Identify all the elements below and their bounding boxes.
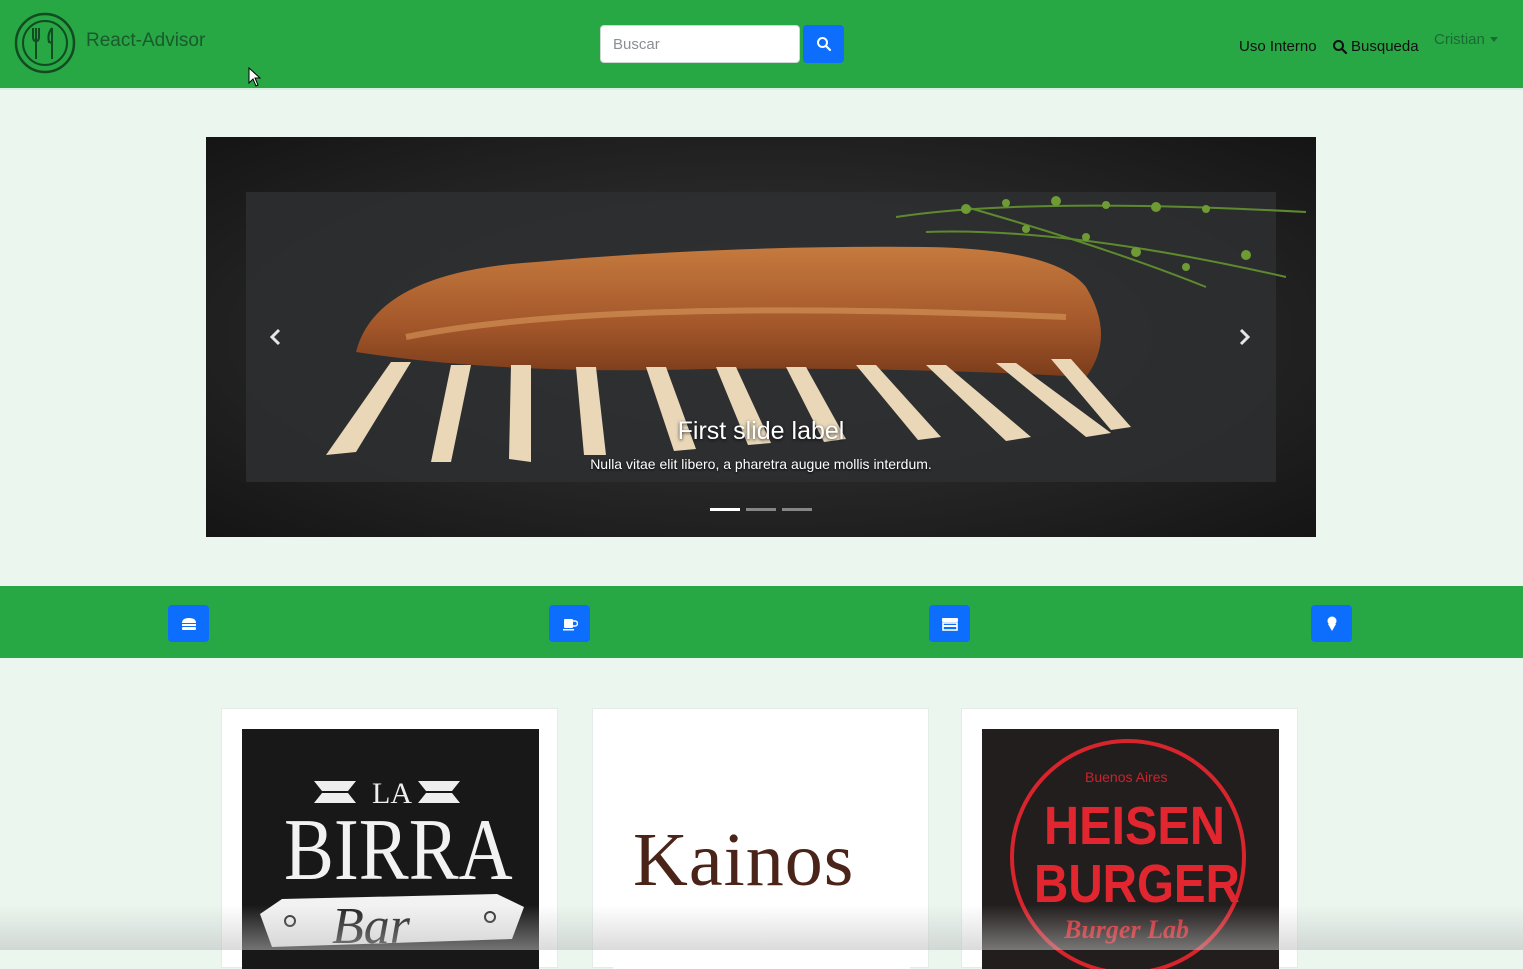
- nav-busqueda-label: Busqueda: [1351, 38, 1419, 55]
- heisen-main-text: HEISEN: [1044, 796, 1225, 856]
- slide-text: Nulla vitae elit libero, a pharetra augu…: [590, 456, 932, 472]
- restaurant-card-heisen-burger[interactable]: Buenos Aires HEISEN BURGER Burger Lab: [961, 708, 1298, 969]
- search-icon: [1333, 39, 1348, 54]
- chevron-left-icon: [269, 328, 281, 346]
- burger-icon: [181, 617, 196, 630]
- mouse-cursor-icon: [248, 67, 262, 87]
- restaurant-card-kainos[interactable]: Kainos: [592, 708, 929, 969]
- user-name: Cristian: [1434, 31, 1485, 48]
- restaurant-card-la-birra[interactable]: LA BIRRA Bar: [221, 708, 558, 969]
- slide-title: First slide label: [677, 417, 845, 445]
- category-store-button[interactable]: [929, 605, 970, 642]
- category-coffee-button[interactable]: [549, 605, 590, 642]
- carousel: First slide label Nulla vitae elit liber…: [206, 137, 1316, 537]
- ice-cream-icon: [1327, 616, 1336, 631]
- nav-uso-interno[interactable]: Uso Interno: [1239, 38, 1317, 55]
- nav-uso-interno-label: Uso Interno: [1239, 38, 1317, 55]
- restaurant-logo-heisen-burger[interactable]: Buenos Aires HEISEN BURGER Burger Lab: [982, 729, 1279, 969]
- brand-name[interactable]: React-Advisor: [86, 30, 205, 52]
- kainos-text: Kainos: [633, 818, 855, 902]
- chevron-right-icon: [1239, 328, 1251, 346]
- coffee-icon: [562, 618, 578, 630]
- slide-image: [206, 137, 1316, 537]
- carousel-indicator-2[interactable]: [746, 508, 776, 511]
- heisen-main2-text: BURGER: [1034, 854, 1240, 914]
- search-input[interactable]: [600, 25, 800, 63]
- heisen-top-text: Buenos Aires: [1085, 769, 1168, 785]
- carousel-indicator-3[interactable]: [782, 508, 812, 511]
- carousel-indicators: [710, 508, 812, 511]
- navbar: React-Advisor Uso Interno Busqueda Crist…: [0, 0, 1523, 90]
- restaurant-logo-la-birra[interactable]: LA BIRRA Bar: [242, 729, 539, 969]
- carousel-indicator-1[interactable]: [710, 508, 740, 511]
- caret-down-icon: [1489, 37, 1498, 42]
- search-icon: [816, 37, 831, 52]
- search-button[interactable]: [803, 25, 844, 63]
- restaurant-logo-icon[interactable]: [14, 12, 76, 74]
- nav-busqueda[interactable]: Busqueda: [1332, 38, 1419, 55]
- category-burger-button[interactable]: [168, 605, 209, 642]
- category-ice-cream-button[interactable]: [1311, 605, 1352, 642]
- carousel-next-button[interactable]: [1224, 317, 1264, 357]
- user-dropdown[interactable]: Cristian: [1434, 31, 1498, 48]
- category-bar: [0, 586, 1523, 658]
- slide-caption: First slide label Nulla vitae elit liber…: [206, 417, 1316, 472]
- heisen-script-text: Burger Lab: [1064, 915, 1189, 944]
- carousel-prev-button[interactable]: [256, 317, 296, 357]
- restaurant-logo-kainos[interactable]: Kainos: [613, 729, 910, 969]
- la-birra-main-text: BIRRA: [284, 802, 513, 899]
- la-birra-script-text: Bar: [332, 898, 410, 955]
- store-icon: [941, 617, 958, 631]
